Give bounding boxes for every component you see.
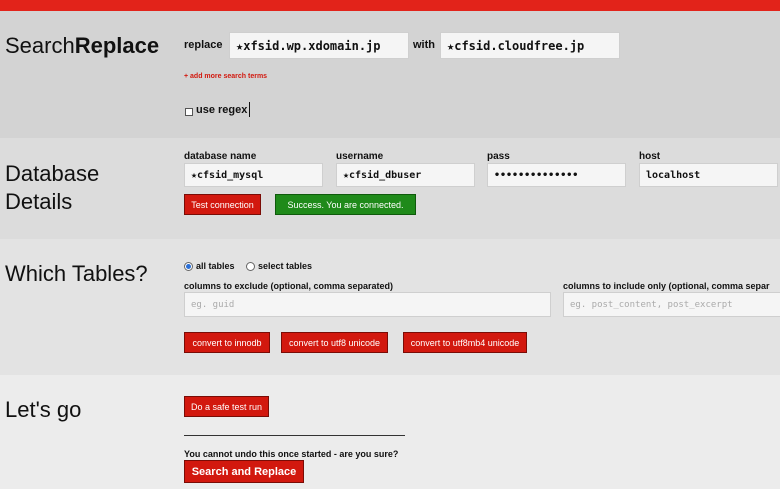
database-name-input[interactable]: ★cfsid_mysql [184, 163, 323, 187]
with-input[interactable]: ★cfsid.cloudfree.jp [440, 32, 620, 59]
convert-utf8mb4-button[interactable]: convert to utf8mb4 unicode [403, 332, 527, 353]
pass-input[interactable]: •••••••••••••• [487, 163, 626, 187]
use-regex-checkbox[interactable] [185, 108, 193, 116]
columns-exclude-input[interactable]: eg. guid [184, 292, 551, 317]
use-regex-label: use regex [196, 104, 248, 116]
test-connection-button[interactable]: Test connection [184, 194, 261, 215]
safe-test-run-button[interactable]: Do a safe test run [184, 396, 269, 417]
radio-selected-dot [186, 264, 191, 269]
all-tables-radio[interactable] [184, 262, 193, 271]
database-details-section: Database Details database name ★cfsid_my… [0, 138, 780, 239]
select-tables-radio[interactable] [246, 262, 255, 271]
pass-label: pass [487, 151, 510, 162]
host-input[interactable]: localhost [639, 163, 778, 187]
replace-input[interactable]: ★xfsid.wp.xdomain.jp [229, 32, 409, 59]
database-name-label: database name [184, 151, 257, 162]
username-label: username [336, 151, 384, 162]
undo-warning: You cannot undo this once started - are … [184, 449, 399, 459]
convert-innodb-button[interactable]: convert to innodb [184, 332, 270, 353]
connection-status-message: Success. You are connected. [275, 194, 416, 215]
select-tables-label: select tables [258, 261, 313, 271]
replace-label: replace [184, 39, 223, 51]
divider [184, 435, 405, 436]
columns-exclude-label: columns to exclude (optional, comma sepa… [184, 281, 394, 291]
search-and-replace-button[interactable]: Search and Replace [184, 460, 304, 483]
search-replace-section: SearchReplace replace ★xfsid.wp.xdomain.… [0, 11, 780, 138]
add-more-search-terms-link[interactable]: + add more search terms [184, 73, 267, 80]
convert-utf8-button[interactable]: convert to utf8 unicode [281, 332, 388, 353]
section-title-lets-go: Let's go [5, 397, 82, 422]
lets-go-section: Let's go Do a safe test run You cannot u… [0, 375, 780, 489]
host-label: host [639, 151, 661, 162]
columns-include-label: columns to include only (optional, comma… [563, 281, 770, 291]
username-input[interactable]: ★cfsid_dbuser [336, 163, 475, 187]
section-title-tables: Which Tables? [5, 261, 148, 286]
text-cursor [249, 102, 250, 117]
section-title-database: Database Details [5, 161, 100, 214]
which-tables-section: Which Tables? all tables select tables c… [0, 239, 780, 375]
columns-include-input[interactable]: eg. post_content, post_excerpt [563, 292, 780, 317]
all-tables-label: all tables [196, 261, 235, 271]
section-title-search-replace: SearchReplace [5, 33, 160, 58]
top-accent-bar [0, 0, 780, 11]
with-label: with [413, 39, 435, 51]
